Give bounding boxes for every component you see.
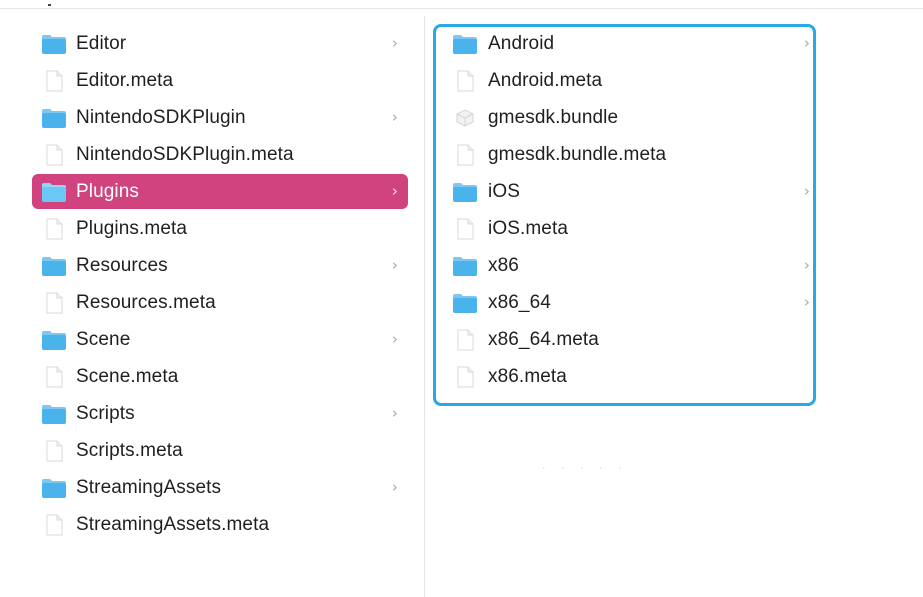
file-icon <box>41 366 67 388</box>
file-row-resources-meta[interactable]: Resources.meta <box>32 285 408 320</box>
folder-row-android[interactable]: Android › <box>442 26 814 61</box>
file-icon <box>41 514 67 536</box>
item-label: Android.meta <box>488 69 603 91</box>
folder-icon <box>41 477 67 499</box>
chevron-right-icon: › <box>391 108 398 126</box>
file-row-scripts-meta[interactable]: Scripts.meta <box>32 433 408 468</box>
item-label: NintendoSDKPlugin.meta <box>76 143 294 165</box>
item-label: Scripts <box>76 402 135 424</box>
file-row-x86-meta[interactable]: x86.meta <box>442 359 814 394</box>
file-icon <box>452 329 478 351</box>
chevron-right-icon: › <box>391 256 398 274</box>
item-label: Scene <box>76 328 131 350</box>
chevron-right-icon: › <box>803 256 810 274</box>
chevron-right-icon: › <box>391 478 398 496</box>
item-label: NintendoSDKPlugin <box>76 106 246 128</box>
file-icon <box>452 218 478 240</box>
folder-icon <box>41 329 67 351</box>
file-row-editor-meta[interactable]: Editor.meta <box>32 63 408 98</box>
item-label: x86_64 <box>488 291 551 313</box>
folder-icon <box>41 107 67 129</box>
file-row-streamingassets-meta[interactable]: StreamingAssets.meta <box>32 507 408 542</box>
file-row-gmesdk-bundle-meta[interactable]: gmesdk.bundle.meta <box>442 137 814 172</box>
folder-row-scripts[interactable]: Scripts › <box>32 396 408 431</box>
folder-row-editor[interactable]: Editor › <box>32 26 408 61</box>
folder-icon <box>452 181 478 203</box>
item-label: gmesdk.bundle.meta <box>488 143 667 165</box>
file-icon <box>452 366 478 388</box>
item-label: Resources <box>76 254 168 276</box>
item-label: Resources.meta <box>76 291 216 313</box>
file-icon <box>41 440 67 462</box>
file-icon <box>452 70 478 92</box>
file-icon <box>452 144 478 166</box>
folder-row-plugins[interactable]: Plugins › <box>32 174 408 209</box>
window-top-border <box>0 8 923 9</box>
folder-icon <box>41 255 67 277</box>
file-icon <box>41 292 67 314</box>
folder-row-streamingassets[interactable]: StreamingAssets › <box>32 470 408 505</box>
folder-row-resources[interactable]: Resources › <box>32 248 408 283</box>
chevron-right-icon: › <box>803 293 810 311</box>
folder-icon <box>452 255 478 277</box>
folder-icon <box>41 33 67 55</box>
item-label: StreamingAssets.meta <box>76 513 270 535</box>
file-row-nintendosdkplugin-meta[interactable]: NintendoSDKPlugin.meta <box>32 137 408 172</box>
item-label: gmesdk.bundle <box>488 106 619 128</box>
folder-icon <box>452 33 478 55</box>
file-icon <box>41 70 67 92</box>
folder-row-x86[interactable]: x86 › <box>442 248 814 283</box>
item-label: Editor <box>76 32 127 54</box>
column-divider[interactable] <box>424 16 425 597</box>
file-row-ios-meta[interactable]: iOS.meta <box>442 211 814 246</box>
folder-icon <box>41 403 67 425</box>
item-label: x86_64.meta <box>488 328 599 350</box>
file-row-gmesdk-bundle[interactable]: gmesdk.bundle <box>442 100 814 135</box>
item-label: x86 <box>488 254 519 276</box>
item-label: StreamingAssets <box>76 476 222 498</box>
item-label: Scene.meta <box>76 365 179 387</box>
item-label: Plugins.meta <box>76 217 188 239</box>
item-label: iOS <box>488 180 520 202</box>
bundle-icon <box>452 107 478 129</box>
chevron-right-icon: › <box>803 182 810 200</box>
folder-row-scene[interactable]: Scene › <box>32 322 408 357</box>
chevron-right-icon: › <box>391 34 398 52</box>
item-label: Editor.meta <box>76 69 174 91</box>
folder-row-ios[interactable]: iOS › <box>442 174 814 209</box>
file-row-android-meta[interactable]: Android.meta <box>442 63 814 98</box>
chevron-right-icon: › <box>391 182 398 200</box>
item-label: iOS.meta <box>488 217 568 239</box>
faint-dots: · · · · · <box>542 462 628 475</box>
folder-row-x86-64[interactable]: x86_64 › <box>442 285 814 320</box>
file-row-scene-meta[interactable]: Scene.meta <box>32 359 408 394</box>
item-label: Android <box>488 32 555 54</box>
folder-row-nintendosdkplugin[interactable]: NintendoSDKPlugin › <box>32 100 408 135</box>
file-row-plugins-meta[interactable]: Plugins.meta <box>32 211 408 246</box>
file-icon <box>41 144 67 166</box>
item-label: Plugins <box>76 180 140 202</box>
parent-folder-column: Editor › Editor.meta NintendoSDKPlugin › Nint… <box>32 26 408 544</box>
file-row-x86-64-meta[interactable]: x86_64.meta <box>442 322 814 357</box>
chevron-right-icon: › <box>391 404 398 422</box>
folder-icon <box>41 181 67 203</box>
item-label: Scripts.meta <box>76 439 183 461</box>
file-icon <box>41 218 67 240</box>
item-label: x86.meta <box>488 365 567 387</box>
window-edge-mark <box>48 4 51 6</box>
folder-icon <box>452 292 478 314</box>
chevron-right-icon: › <box>803 34 810 52</box>
plugins-folder-column: Android › Android.meta gmesdk.bundle gmesdk.… <box>442 26 814 396</box>
chevron-right-icon: › <box>391 330 398 348</box>
